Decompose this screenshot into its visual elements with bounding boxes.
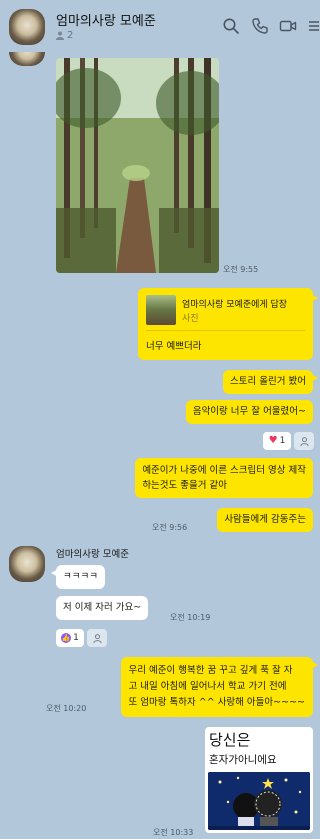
reaction-count: 1 xyxy=(73,633,79,643)
like-reaction[interactable]: 👍 1 xyxy=(56,629,84,647)
like-icon: 👍 xyxy=(61,633,72,643)
reply-photo-thumbnail xyxy=(146,295,176,325)
message-time: 오전 10:33 xyxy=(153,828,194,837)
reply-message-bubble[interactable]: 엄마의사랑 모예준에게 답장 사진 너무 예쁘더라 xyxy=(138,288,318,360)
member-icon xyxy=(56,31,64,40)
message-time: 오전 10:19 xyxy=(170,613,211,622)
person-icon xyxy=(299,436,309,446)
message-line: 고 내일 아침에 일어나서 학교 가기 전에 xyxy=(128,681,287,692)
add-reaction-button[interactable] xyxy=(294,432,314,450)
sticker-text: 당신은 xyxy=(209,731,251,749)
my-message-bubble[interactable]: 스토리 올린거 봤어 xyxy=(223,370,318,394)
sender-name: 엄마의사랑 모예준 xyxy=(56,549,129,560)
reply-target: 엄마의사랑 모예준에게 답장 xyxy=(182,300,288,310)
message-line: 하는것도 좋을거 같아 xyxy=(142,480,228,491)
my-message-bubble[interactable]: 사람들에게 감동주는 xyxy=(217,508,313,532)
heart-icon: ♥ xyxy=(268,435,278,446)
heart-reaction[interactable]: ♥ 1 xyxy=(263,432,291,450)
member-count-value: 2 xyxy=(67,30,74,41)
phone-icon[interactable] xyxy=(251,17,269,35)
chat-title[interactable]: 엄마의사랑 모예준 xyxy=(56,10,156,29)
other-message-bubble[interactable]: 저 이제 자러 가요~ xyxy=(56,596,149,620)
chat-avatar[interactable] xyxy=(9,9,45,45)
message-line: 예준이가 나중에 이른 스크립터 영상 제작 xyxy=(142,465,306,476)
message-time: 오전 9:55 xyxy=(223,265,259,274)
my-message-bubble[interactable]: 우리 예준이 행복한 꿈 꾸고 깊게 푹 잘 자 고 내일 아침에 일어나서 학… xyxy=(120,657,319,717)
message-time: 오전 10:20 xyxy=(46,704,87,713)
sticker-text: 혼자가아니에요 xyxy=(209,754,277,766)
video-call-icon[interactable] xyxy=(279,17,297,35)
message-time: 오전 9:56 xyxy=(152,523,188,532)
photo-message[interactable] xyxy=(56,58,219,273)
my-message-bubble[interactable]: 음악이랑 너무 잘 어울렸어~ xyxy=(185,400,313,424)
chat-header: 엄마의사랑 모예준 2 xyxy=(0,0,319,52)
reply-type: 사진 xyxy=(182,314,199,324)
member-count[interactable]: 2 xyxy=(56,30,73,41)
other-message-bubble[interactable]: ㅋㅋㅋㅋ xyxy=(51,565,105,589)
search-icon[interactable] xyxy=(222,17,240,35)
my-message-bubble[interactable]: 예준이가 나중에 이른 스크립터 영상 제작 하는것도 좋을거 같아 xyxy=(135,458,313,498)
add-reaction-button[interactable] xyxy=(87,629,107,647)
sender-avatar[interactable] xyxy=(9,546,45,582)
person-icon xyxy=(92,633,102,643)
sticker-scene xyxy=(208,772,310,830)
message-line: 우리 예준이 행복한 꿈 꾸고 깊게 푹 잘 자 xyxy=(128,665,293,676)
message-line: 또 엄마랑 톡하자 ^^ 사랑해 아들아~~~~ xyxy=(128,697,305,708)
reaction-count: 1 xyxy=(279,436,286,446)
reply-divider xyxy=(146,330,305,331)
sticker-image[interactable]: 당신은 혼자가아니에요 xyxy=(205,727,313,833)
menu-icon[interactable] xyxy=(307,17,319,35)
chat-area[interactable]: 오전 9:55 엄마의사랑 모예준에게 답장 사진 너무 예쁘더라 스토리 올린… xyxy=(0,0,319,839)
reply-text: 너무 예쁘더라 xyxy=(146,341,202,352)
